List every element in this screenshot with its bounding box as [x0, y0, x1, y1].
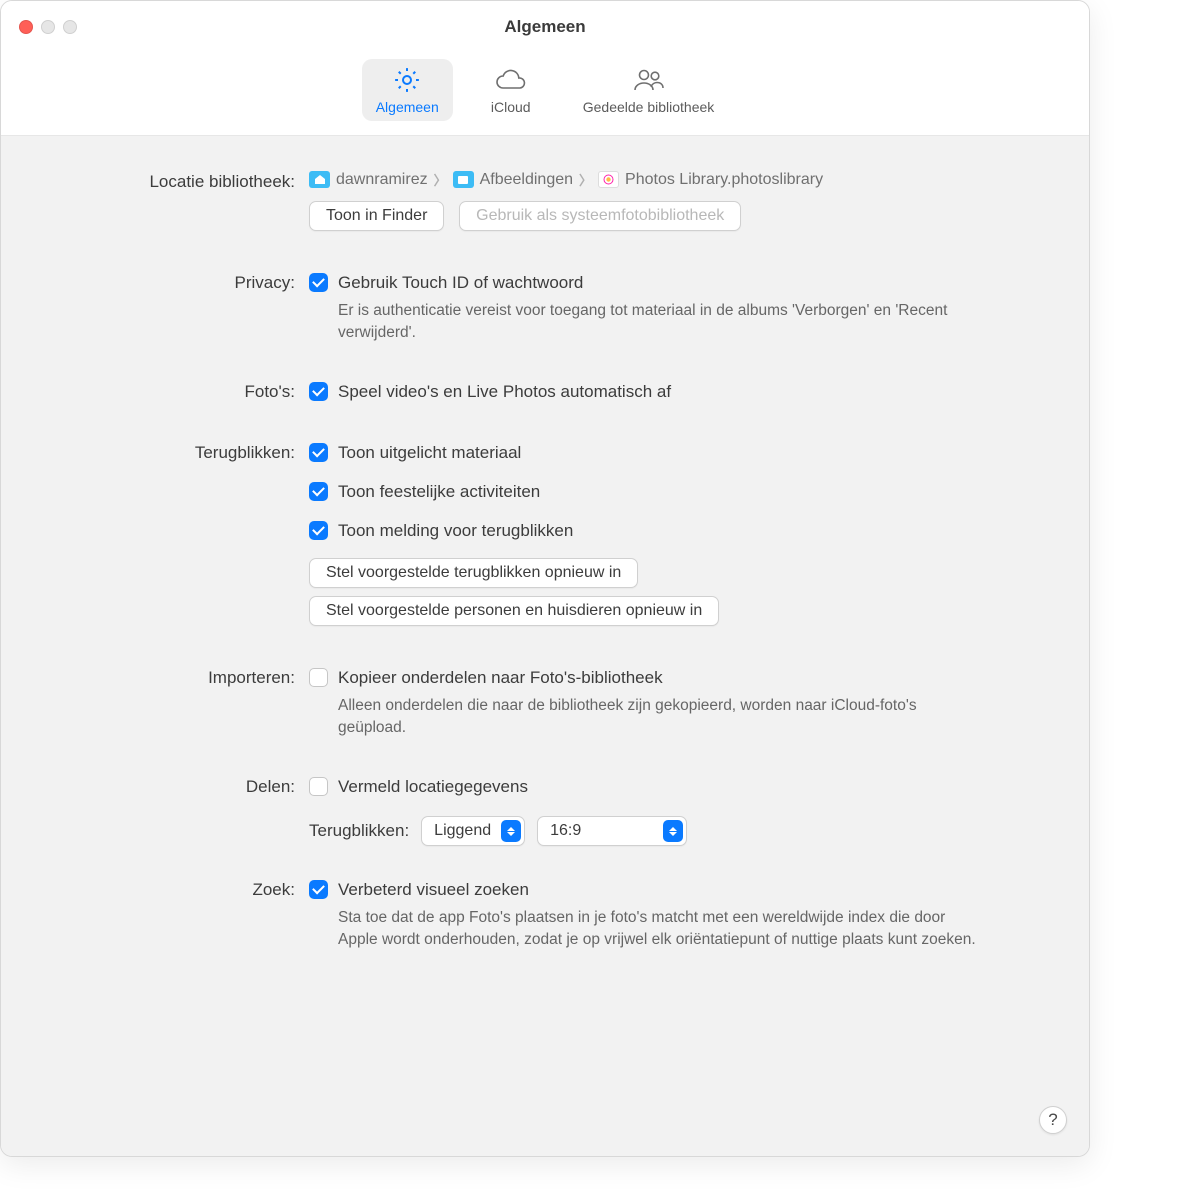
chevron-right-icon: 〉	[434, 170, 447, 189]
orientation-value: Liggend	[434, 822, 501, 840]
search-row: Zoek: Verbeterd visueel zoeken Sta toe d…	[31, 878, 1059, 955]
privacy-label: Privacy:	[31, 271, 309, 293]
breadcrumb-segment[interactable]: Photos Library.photoslibrary	[625, 171, 823, 189]
sharing-label: Delen:	[31, 775, 309, 797]
memories-format-label: Terugblikken:	[309, 821, 409, 841]
reset-memories-button[interactable]: Stel voorgestelde terugblikken opnieuw i…	[309, 558, 638, 588]
privacy-touchid-checkbox[interactable]	[309, 273, 328, 292]
tab-icloud[interactable]: iCloud	[471, 59, 551, 121]
library-location-row: Locatie bibliotheek: dawnramirez 〉 Afbee…	[31, 170, 1059, 239]
help-button[interactable]: ?	[1039, 1106, 1067, 1134]
aspect-ratio-value: 16:9	[550, 822, 663, 840]
tab-label: Algemeen	[376, 99, 439, 115]
sharing-row: Delen: Vermeld locatiegegevens Terugblik…	[31, 775, 1059, 846]
memories-notification-checkbox[interactable]	[309, 521, 328, 540]
orientation-select[interactable]: Liggend	[421, 816, 525, 846]
festive-checkbox[interactable]	[309, 482, 328, 501]
include-location-label: Vermeld locatiegegevens	[338, 775, 528, 798]
copy-to-library-label: Kopieer onderdelen naar Foto's-bibliothe…	[338, 666, 663, 689]
toolbar: Algemeen iCloud Gedeelde bibliotheek	[1, 53, 1089, 136]
reset-people-pets-button[interactable]: Stel voorgestelde personen en huisdieren…	[309, 596, 719, 626]
content-area: Locatie bibliotheek: dawnramirez 〉 Afbee…	[1, 136, 1089, 1156]
enhanced-visual-search-label: Verbeterd visueel zoeken	[338, 878, 529, 901]
copy-to-library-checkbox[interactable]	[309, 668, 328, 687]
featured-content-checkbox[interactable]	[309, 443, 328, 462]
memories-row: Terugblikken: Toon uitgelicht materiaal …	[31, 441, 1059, 634]
show-in-finder-button[interactable]: Toon in Finder	[309, 201, 444, 231]
featured-content-label: Toon uitgelicht materiaal	[338, 441, 521, 464]
import-row: Importeren: Kopieer onderdelen naar Foto…	[31, 666, 1059, 743]
people-icon	[631, 65, 667, 95]
photos-label: Foto's:	[31, 380, 309, 402]
import-label: Importeren:	[31, 666, 309, 688]
breadcrumb-segment[interactable]: dawnramirez	[336, 171, 428, 189]
titlebar: Algemeen	[1, 1, 1089, 53]
search-subtext: Sta toe dat de app Foto's plaatsen in je…	[338, 907, 978, 951]
window-title: Algemeen	[1, 17, 1089, 37]
stepper-icon	[501, 820, 521, 842]
aspect-ratio-select[interactable]: 16:9	[537, 816, 687, 846]
include-location-checkbox[interactable]	[309, 777, 328, 796]
tab-general[interactable]: Algemeen	[362, 59, 453, 121]
memories-notification-label: Toon melding voor terugblikken	[338, 519, 573, 542]
tab-label: iCloud	[491, 99, 531, 115]
search-label: Zoek:	[31, 878, 309, 900]
pictures-folder-icon	[453, 171, 474, 188]
import-subtext: Alleen onderdelen die naar de bibliothee…	[338, 695, 978, 739]
home-folder-icon	[309, 171, 330, 188]
use-as-system-library-button: Gebruik als systeemfotobibliotheek	[459, 201, 741, 231]
photos-library-icon	[598, 171, 619, 188]
preferences-window: Algemeen Algemeen iCloud	[0, 0, 1090, 1157]
memories-label: Terugblikken:	[31, 441, 309, 463]
chevron-right-icon: 〉	[579, 170, 592, 189]
library-location-label: Locatie bibliotheek:	[31, 170, 309, 192]
tab-label: Gedeelde bibliotheek	[583, 99, 715, 115]
stepper-icon	[663, 820, 683, 842]
privacy-row: Privacy: Gebruik Touch ID of wachtwoord …	[31, 271, 1059, 348]
gear-icon	[392, 65, 422, 95]
cloud-icon	[493, 65, 529, 95]
photos-row: Foto's: Speel video's en Live Photos aut…	[31, 380, 1059, 409]
privacy-subtext: Er is authenticatie vereist voor toegang…	[338, 300, 978, 344]
privacy-checkbox-label: Gebruik Touch ID of wachtwoord	[338, 271, 583, 294]
library-path-breadcrumb: dawnramirez 〉 Afbeeldingen 〉 Photos Libr…	[309, 170, 1059, 189]
autoplay-label: Speel video's en Live Photos automatisch…	[338, 380, 671, 403]
festive-label: Toon feestelijke activiteiten	[338, 480, 540, 503]
enhanced-visual-search-checkbox[interactable]	[309, 880, 328, 899]
autoplay-checkbox[interactable]	[309, 382, 328, 401]
breadcrumb-segment[interactable]: Afbeeldingen	[480, 171, 573, 189]
tab-shared-library[interactable]: Gedeelde bibliotheek	[569, 59, 729, 121]
